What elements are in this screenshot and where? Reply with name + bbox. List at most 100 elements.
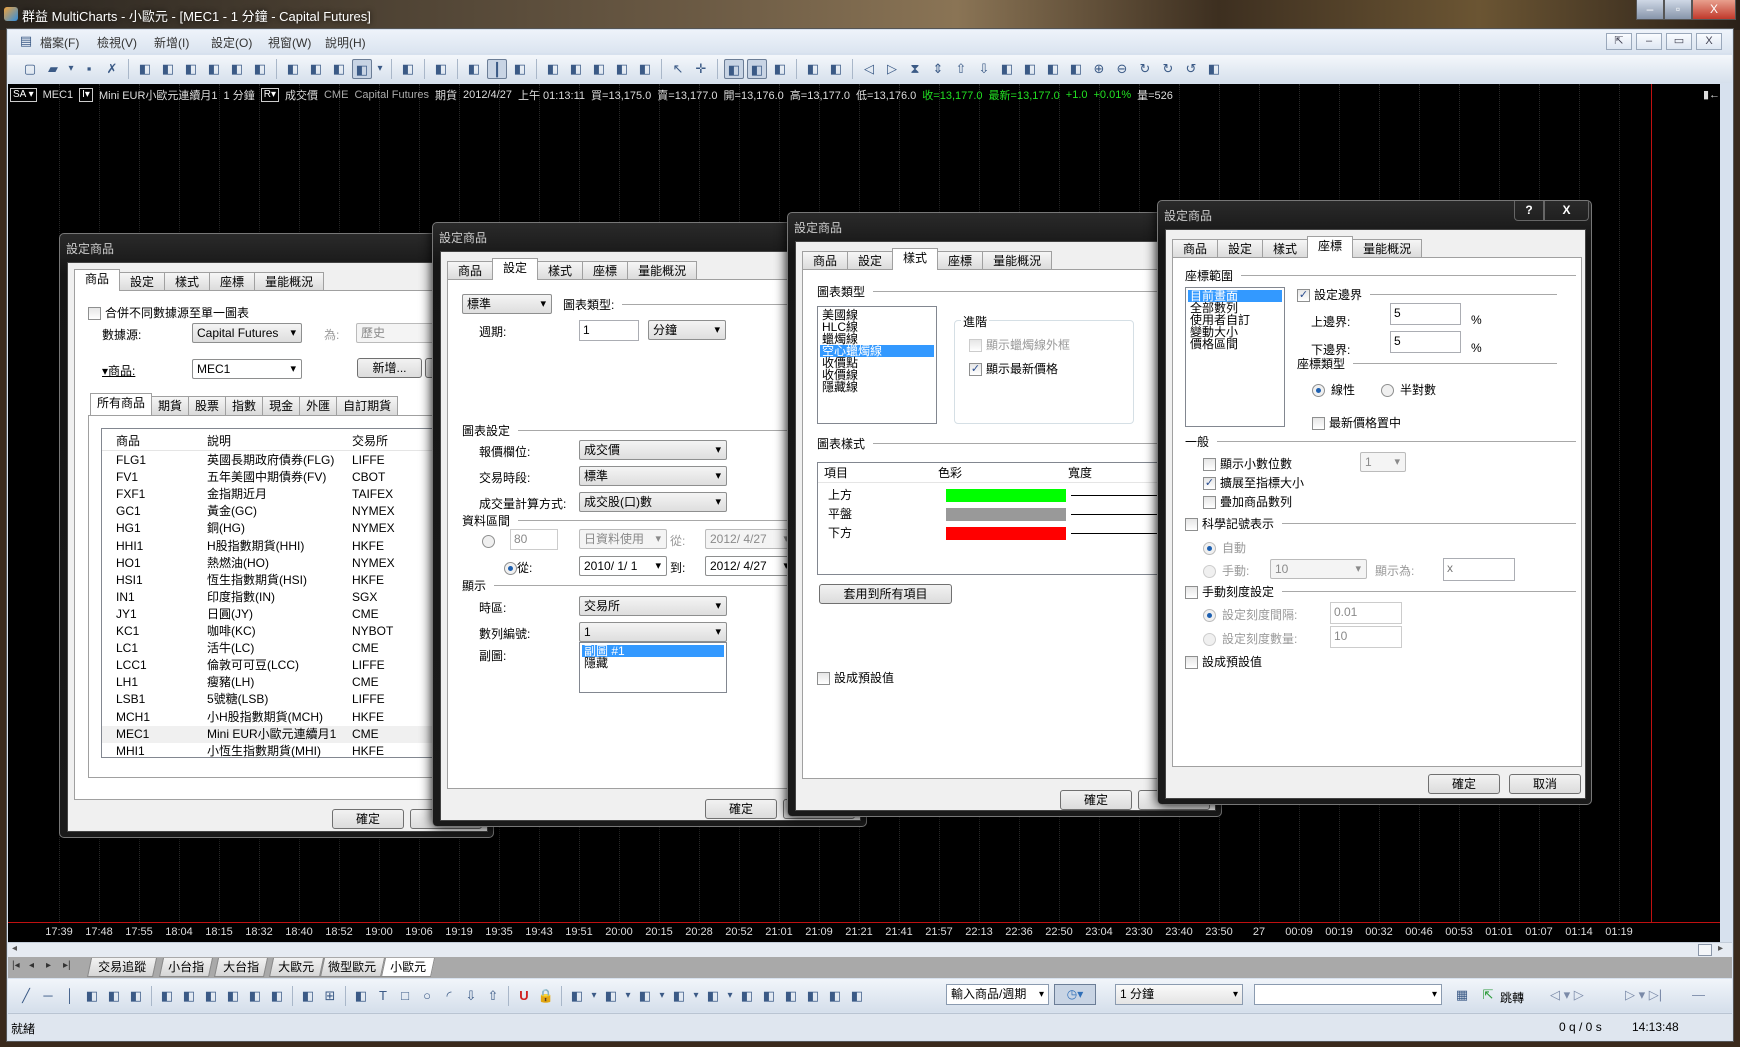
- tick-interval-input[interactable]: 0.01: [1330, 602, 1402, 624]
- tooltip-icon[interactable]: ◧: [724, 59, 744, 79]
- hours-icon[interactable]: ◧: [737, 986, 757, 1006]
- search-combo[interactable]: [1254, 984, 1442, 1005]
- candle-icon[interactable]: ┃: [487, 59, 507, 79]
- set-default-checkbox[interactable]: 設成預設值: [817, 669, 894, 686]
- tab-1[interactable]: 設定: [119, 272, 166, 291]
- tab-2[interactable]: 樣式: [892, 248, 939, 270]
- table-row[interactable]: LH1 瘦豬(LH) CME: [102, 674, 432, 691]
- sheet-nav-1[interactable]: ◂: [29, 960, 34, 971]
- category-tab[interactable]: 所有商品: [90, 393, 153, 415]
- vertical-line-icon[interactable]: │: [60, 986, 80, 1006]
- tab-2[interactable]: 樣式: [537, 261, 584, 280]
- week-icon[interactable]: ◧: [781, 986, 801, 1006]
- range-chart-icon[interactable]: ◧: [635, 986, 655, 1006]
- dropdown-icon[interactable]: ▾: [66, 59, 76, 79]
- arrow-up-icon[interactable]: ⇧: [483, 986, 503, 1006]
- category-tab[interactable]: 現金: [262, 396, 301, 415]
- table-row[interactable]: KC1 咖啡(KC) NYBOT: [102, 623, 432, 640]
- grid-icon[interactable]: ⊞: [320, 986, 340, 1006]
- tick-chart-icon[interactable]: ◧: [567, 986, 587, 1006]
- tab-0[interactable]: 商品: [447, 261, 494, 280]
- close-button[interactable]: X: [1544, 201, 1589, 221]
- period-input[interactable]: 1: [579, 320, 639, 341]
- dropdown-icon[interactable]: ▾: [589, 986, 599, 1006]
- cross-icon[interactable]: ◧: [612, 59, 632, 79]
- doc-list-icon[interactable]: ◧: [227, 59, 247, 79]
- tick-count-input[interactable]: 10: [1330, 626, 1402, 648]
- tab-2[interactable]: 樣式: [1262, 239, 1309, 258]
- scroll-right-icon[interactable]: ▷: [882, 59, 902, 79]
- bar-up-icon[interactable]: ⇧: [951, 59, 971, 79]
- table-row[interactable]: LCC1 倫敦可可豆(LCC) LIFFE: [102, 657, 432, 674]
- table-row[interactable]: IN1 印度指數(IN) SGX: [102, 589, 432, 606]
- horizontal-line-icon[interactable]: ─: [38, 986, 58, 1006]
- insert-study-icon[interactable]: ◧: [283, 59, 303, 79]
- color-swatch[interactable]: [946, 508, 1066, 521]
- volume-icon[interactable]: ◧: [635, 59, 655, 79]
- linear-radio[interactable]: 線性: [1312, 381, 1355, 398]
- maximize-child-button[interactable]: ▭: [1666, 33, 1692, 50]
- ellipse-icon[interactable]: ○: [417, 986, 437, 1006]
- doc-chart-icon[interactable]: ◧: [250, 59, 270, 79]
- dropdown-icon[interactable]: ▾: [375, 59, 385, 79]
- scroll-left-icon[interactable]: ◁: [859, 59, 879, 79]
- table-row[interactable]: HG1 銅(HG) NYMEX: [102, 520, 432, 537]
- shift-right-icon[interactable]: ◧: [1020, 59, 1040, 79]
- menu-4[interactable]: 視窗(W): [268, 34, 311, 51]
- ok-button[interactable]: 確定: [1428, 774, 1500, 794]
- quarter-icon[interactable]: ◧: [825, 986, 845, 1006]
- crosshair-icon[interactable]: ✛: [691, 59, 711, 79]
- column-header[interactable]: 商品: [116, 431, 140, 451]
- tab-1[interactable]: 設定: [847, 251, 894, 270]
- fib-extension-icon[interactable]: ◧: [201, 986, 221, 1006]
- tab-1[interactable]: 設定: [1217, 239, 1264, 258]
- line-icon[interactable]: ╱: [16, 986, 36, 1006]
- jump-icon[interactable]: ⇱: [1478, 985, 1498, 1005]
- dropdown-icon[interactable]: ▾: [623, 986, 633, 1006]
- sci-manual-combo[interactable]: 10: [1270, 559, 1367, 579]
- from-date-picker[interactable]: 2010/ 1/ 1: [579, 556, 667, 576]
- zoom-out-icon[interactable]: ⊖: [1112, 59, 1132, 79]
- menu-2[interactable]: 新增(I): [154, 34, 189, 51]
- help-button[interactable]: ?: [1514, 201, 1544, 221]
- show-last-price-checkbox[interactable]: ✓ 顯示最新價格: [969, 360, 1058, 377]
- sheet-tab[interactable]: 小歐元: [380, 958, 436, 977]
- show-outline-checkbox[interactable]: 顯示蠟燭線外框: [969, 336, 1070, 353]
- close-button[interactable]: X: [1692, 0, 1736, 20]
- doc-3-icon[interactable]: ◧: [181, 59, 201, 79]
- scroll-left-icon[interactable]: ◂: [12, 943, 17, 954]
- strategy-icon[interactable]: ◧: [398, 59, 418, 79]
- quote-field-combo[interactable]: 成交價: [579, 440, 727, 460]
- menu-5[interactable]: 說明(H): [325, 34, 366, 51]
- anchor2-icon[interactable]: ◧: [1066, 59, 1086, 79]
- text-icon[interactable]: T: [373, 986, 393, 1006]
- table-row[interactable]: HO1 熱燃油(HO) NYMEX: [102, 555, 432, 572]
- zoom-in-icon[interactable]: ⊕: [1089, 59, 1109, 79]
- tab-4[interactable]: 量能概況: [1352, 239, 1423, 258]
- day-icon[interactable]: ◧: [759, 986, 779, 1006]
- scale-range-list[interactable]: 目前畫面 全部數列 使用者自訂 變動大小 價格區間: [1185, 287, 1285, 427]
- refresh-icon[interactable]: ↻: [1135, 59, 1155, 79]
- rectangle-icon[interactable]: □: [395, 986, 415, 1006]
- delete-icon[interactable]: ✗: [102, 59, 122, 79]
- ok-button[interactable]: 確定: [705, 799, 777, 819]
- tab-0[interactable]: 商品: [74, 269, 121, 291]
- session-combo[interactable]: 標準: [579, 466, 727, 486]
- insert-line-icon[interactable]: ◧: [306, 59, 326, 79]
- kagi-icon[interactable]: ◧: [566, 59, 586, 79]
- parallel-channel-icon[interactable]: ◧: [82, 986, 102, 1006]
- time-zones-icon[interactable]: ◧: [245, 986, 265, 1006]
- from-date-disabled-combo[interactable]: 2012/ 4/27: [705, 529, 795, 549]
- panel-toggle-icon[interactable]: ▮←: [1703, 88, 1720, 101]
- extend-to-indicator-checkbox[interactable]: ✓ 擴展至指標大小: [1203, 474, 1304, 491]
- seconds-icon[interactable]: ◧: [669, 986, 689, 1006]
- sheet-nav-2[interactable]: ▸: [46, 960, 51, 971]
- tab-4[interactable]: 量能概況: [982, 251, 1053, 270]
- scientific-notation-checkbox[interactable]: 科學記號表示: [1185, 516, 1576, 531]
- document-menu-icon[interactable]: ▤: [16, 31, 36, 51]
- category-tab[interactable]: 股票: [188, 396, 227, 415]
- minimize-button[interactable]: ‒: [1636, 0, 1664, 20]
- sheet-tab[interactable]: 交易追蹤: [86, 958, 158, 977]
- tab-3[interactable]: 座標: [582, 261, 629, 280]
- tab-0[interactable]: 商品: [802, 251, 849, 270]
